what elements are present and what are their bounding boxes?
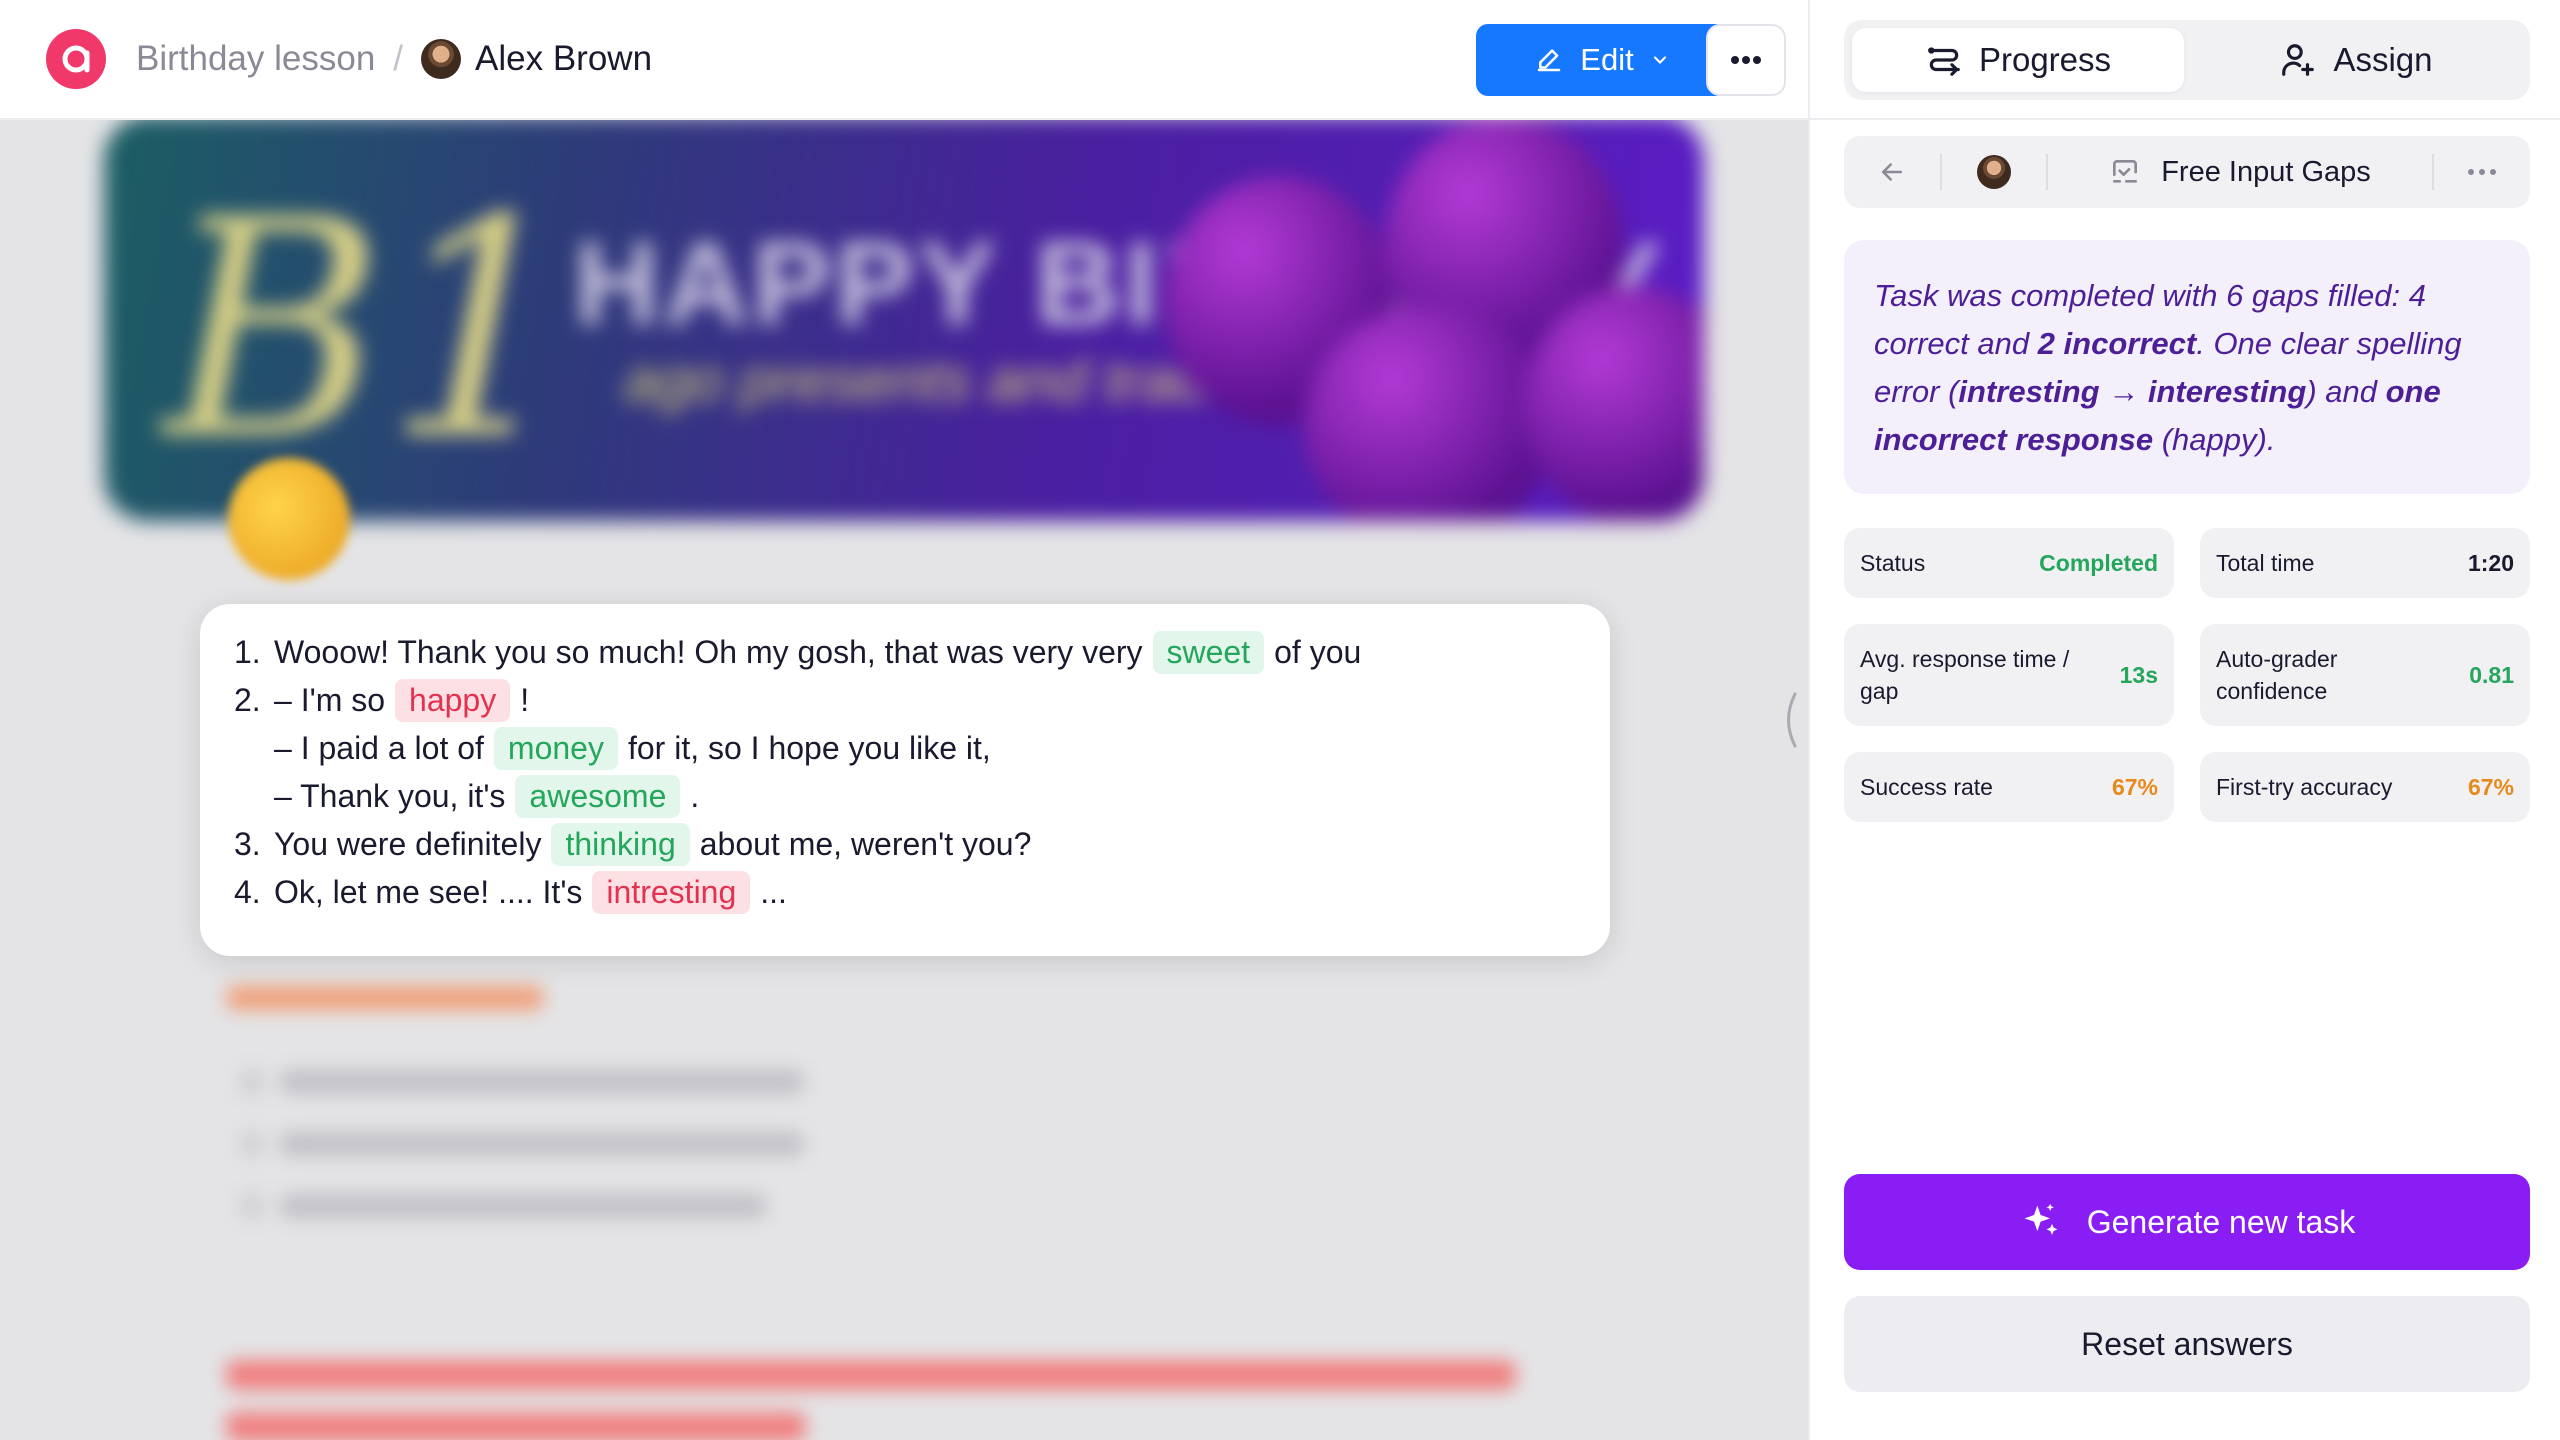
student-name[interactable]: Alex Brown: [475, 39, 652, 79]
gap-answer-correct[interactable]: sweet: [1152, 630, 1265, 674]
user-plus-icon: [2282, 44, 2315, 76]
summary-emphasis: intresting → interesting: [1958, 374, 2307, 409]
stat-value: Completed: [2039, 549, 2158, 576]
stat-label: Status: [1860, 550, 1926, 576]
tab-assign[interactable]: Assign: [2190, 28, 2522, 92]
edit-button[interactable]: Edit: [1476, 24, 1728, 96]
progress-route-icon: [1928, 47, 1960, 76]
stat-first-try-accuracy: First-try accuracy 67%: [2200, 752, 2530, 822]
tab-label: Progress: [1978, 41, 2112, 78]
more-dots-icon: [1731, 56, 1761, 64]
sparkles-icon: [2024, 1203, 2058, 1235]
task-title: Free Input Gaps: [2161, 155, 2371, 188]
task-navigation-bar: Free Input Gaps: [1844, 136, 2530, 208]
stat-label: First-try accuracy: [2216, 774, 2393, 800]
line-text: ...: [760, 873, 787, 910]
exercise-line: 1. Wooow! Thank you so much! Oh my gosh,…: [234, 628, 1610, 676]
progress-sidebar: Progress Assign Free Input Gaps Task was…: [1808, 0, 2560, 1440]
summary-emphasis: 2 incorrect: [2037, 326, 2197, 361]
summary-text: (happy).: [2153, 422, 2276, 457]
avatar: [1977, 155, 2011, 189]
more-options-button[interactable]: [1706, 24, 1786, 96]
pencil-icon: [1538, 49, 1561, 72]
top-bar: Birthday lesson / Alex Brown Edit: [0, 0, 1808, 120]
reset-label: Reset answers: [2081, 1325, 2293, 1362]
breadcrumb-lesson[interactable]: Birthday lesson: [136, 39, 375, 79]
student-avatar-button[interactable]: [1942, 155, 2046, 189]
stat-value: 67%: [2467, 773, 2514, 800]
breadcrumb-separator: /: [393, 39, 404, 78]
line-text: – Thank you, it's: [274, 777, 506, 814]
exercise-line: – I paid a lot of money for it, so I hop…: [234, 724, 1610, 772]
stat-label: Avg. response time / gap: [1860, 646, 2070, 704]
stat-label: Auto-grader confidence: [2216, 646, 2338, 704]
line-number: 1.: [234, 633, 261, 670]
line-text: Ok, let me see! .... It's: [274, 873, 583, 910]
line-text: .: [690, 777, 700, 814]
app-logo-icon[interactable]: [46, 29, 106, 89]
exercise-card: 1. Wooow! Thank you so much! Oh my gosh,…: [200, 604, 1610, 956]
task-more-button[interactable]: [2434, 168, 2530, 176]
stat-total-time: Total time 1:20: [2200, 528, 2530, 598]
exercise-line: 4. Ok, let me see! .... It's intresting …: [234, 868, 1610, 916]
line-number: 3.: [234, 825, 261, 862]
gap-answer-incorrect[interactable]: happy: [395, 678, 511, 722]
exercise-line: 2. – I'm so happy !: [234, 676, 1610, 724]
stat-status: Status Completed: [1844, 528, 2174, 598]
gap-answer-correct[interactable]: awesome: [515, 774, 681, 818]
text-input-icon: [2113, 160, 2138, 183]
header-divider: [1810, 118, 2560, 120]
exercise-line: – Thank you, it's awesome .: [234, 772, 1610, 820]
gap-answer-correct[interactable]: money: [493, 726, 618, 770]
line-text: of you: [1274, 633, 1362, 670]
line-text: You were definitely: [274, 825, 542, 862]
reset-answers-button[interactable]: Reset answers: [1844, 1296, 2530, 1392]
back-button[interactable]: [1844, 157, 1940, 187]
avatar: [421, 39, 462, 79]
gap-answer-correct[interactable]: thinking: [551, 822, 690, 866]
lesson-panel: Birthday lesson / Alex Brown Edit B1 HAP…: [0, 0, 1808, 1440]
exercise-line: 3. You were definitely thinking about me…: [234, 820, 1610, 868]
line-text: !: [520, 681, 530, 718]
stat-value: 1:20: [2467, 549, 2514, 576]
stat-value: 13s: [2119, 661, 2158, 688]
line-text: for it, so I hope you like it,: [627, 729, 991, 766]
generate-label: Generate new task: [2086, 1203, 2356, 1240]
arrow-left-icon: [1882, 163, 1902, 181]
collapse-panel-handle-icon[interactable]: [1780, 690, 1800, 750]
edit-label: Edit: [1580, 42, 1634, 77]
more-dots-icon: [2468, 169, 2496, 175]
tab-label: Assign: [2333, 41, 2433, 78]
stat-autograder-confidence: Auto-grader confidence 0.81: [2200, 624, 2530, 726]
stat-avg-response-time: Avg. response time / gap 13s: [1844, 624, 2174, 726]
ai-summary: Task was completed with 6 gaps filled: 4…: [1844, 240, 2530, 494]
tab-progress[interactable]: Progress: [1852, 28, 2184, 92]
summary-text: ) and: [2306, 374, 2386, 409]
line-text: about me, weren't you?: [699, 825, 1032, 862]
panel-tabs: Progress Assign: [1844, 20, 2530, 100]
line-text: – I'm so: [274, 681, 386, 718]
stat-value: 0.81: [2469, 661, 2514, 688]
line-text: Wooow! Thank you so much! Oh my gosh, th…: [274, 633, 1143, 670]
stat-label: Success rate: [1860, 774, 1993, 800]
gap-answer-incorrect[interactable]: intresting: [592, 870, 751, 914]
line-text: – I paid a lot of: [274, 729, 484, 766]
generate-new-task-button[interactable]: Generate new task: [1844, 1174, 2530, 1270]
stat-value: 67%: [2111, 773, 2158, 800]
line-number: 2.: [234, 681, 261, 718]
chevron-down-icon: [1653, 56, 1666, 64]
line-number: 4.: [234, 873, 261, 910]
stat-label: Total time: [2216, 550, 2315, 576]
task-selector[interactable]: Free Input Gaps: [2048, 156, 2432, 189]
stat-success-rate: Success rate 67%: [1844, 752, 2174, 822]
